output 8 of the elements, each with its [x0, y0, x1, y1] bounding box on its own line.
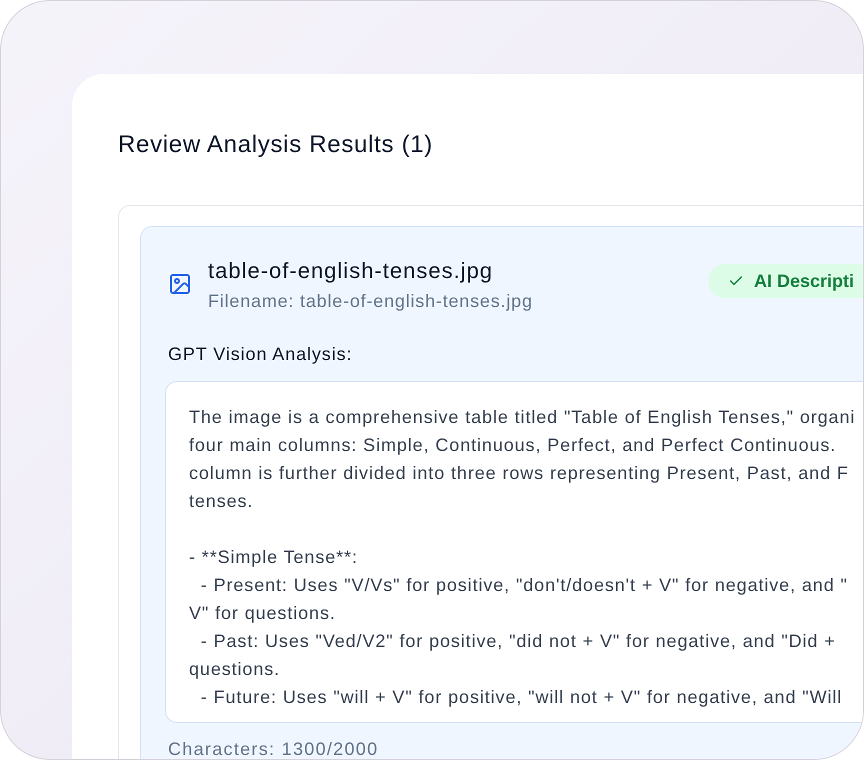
- badge-label: AI Descripti: [754, 270, 854, 293]
- analysis-text-area[interactable]: The image is a comprehensive table titled "Table of English Tenses," organi four main columns: Simple, Continuous, Perfect, and Perfect Continuous. column is further divided into three rows representing Present, Past, and F tenses. - **Simple Tense**: - Present: Uses "V/Vs" for positive, "don't/doesn't + V" for negative, and " V" for questions. - Past: Uses "Ved/V2" for positive, "did not + V" for negative, and "Did + questions. - Future: Uses "will + V" for positive, "will not + V" for negative, and "Will: [165, 381, 863, 723]
- filename-label: Filename: table-of-english-tenses.jpg: [208, 290, 533, 313]
- image-icon: [168, 272, 192, 296]
- panel-title: Review Analysis Results (1): [118, 130, 434, 160]
- character-count: Characters: 1300/2000: [167, 739, 380, 759]
- field-label: GPT Vision Analysis:: [167, 343, 354, 366]
- file-title: table-of-english-tenses.jpg: [208, 257, 494, 285]
